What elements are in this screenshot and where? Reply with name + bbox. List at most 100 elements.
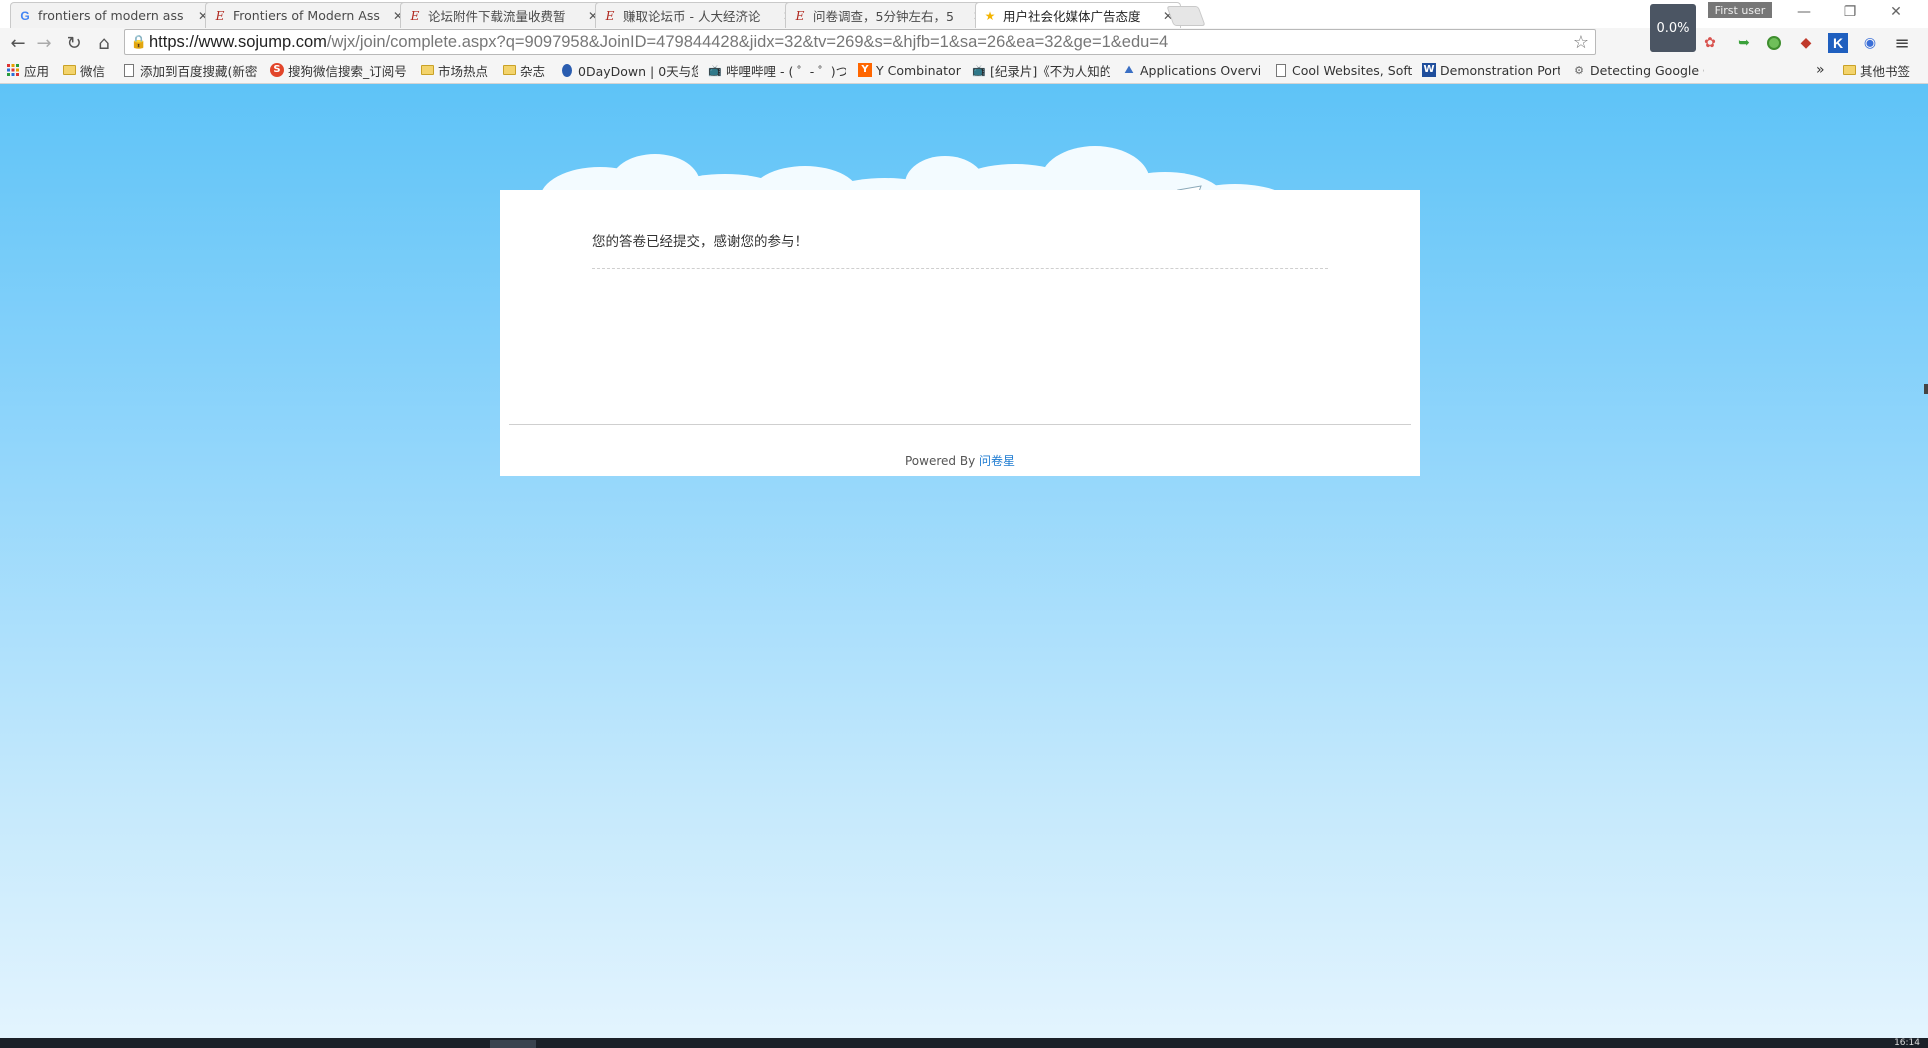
scroll-edge-marker xyxy=(1924,384,1928,394)
profile-badge[interactable]: First user xyxy=(1708,2,1772,18)
tab-survey-active[interactable]: ★ 用户社会化媒体广告态度 ✕ xyxy=(975,2,1181,28)
folder-icon xyxy=(420,63,434,77)
close-window-button[interactable]: ✕ xyxy=(1876,2,1916,22)
google-g-icon: G xyxy=(20,8,30,23)
tab-title: 赚取论坛币 - 人大经济论 xyxy=(623,9,761,24)
bookmark-label: Applications Overvie xyxy=(1140,62,1260,78)
e-letter-icon: E xyxy=(795,8,805,23)
tab-title: frontiers of modern ass xyxy=(38,8,184,23)
url-text: https://www.sojump.com/wjx/join/complete… xyxy=(149,33,1168,52)
extension-badge[interactable]: 0.0% xyxy=(1650,4,1696,52)
bookmarks-overflow-button[interactable]: » xyxy=(1816,61,1825,79)
bookmark-documentary[interactable]: 📺 [纪录片]《不为人知的 xyxy=(972,61,1110,79)
bookmark-label: Y Combinator xyxy=(876,62,961,78)
page-icon xyxy=(1274,63,1288,77)
bookmark-ycombinator[interactable]: Y Y Combinator xyxy=(858,61,961,79)
bookmark-label: Cool Websites, Softw xyxy=(1292,62,1412,78)
address-bar[interactable]: 🔒 https://www.sojump.com/wjx/join/comple… xyxy=(124,29,1596,55)
url-domain: https://www.sojump.com xyxy=(149,32,327,51)
bookmark-wechat[interactable]: 微信 xyxy=(62,61,105,79)
bookmark-bilibili[interactable]: 📺 哔哩哔哩 - ( ゜- ゜)つ xyxy=(708,61,846,79)
bookmarks-bar: 应用 微信 添加到百度搜藏(新密 S 搜狗微信搜索_订阅号 市场热点 杂志 0D… xyxy=(0,58,1928,84)
ext-green-arrow-icon[interactable]: ➥ xyxy=(1734,33,1754,53)
tab-title: 问卷调查，5分钟左右，5 xyxy=(813,9,954,24)
forward-button[interactable]: → xyxy=(32,31,56,55)
url-path: /wjx/join/complete.aspx?q=9097958&JoinID… xyxy=(326,32,1169,51)
e-letter-icon: E xyxy=(215,8,225,23)
gear-icon: ⚙ xyxy=(1574,63,1584,77)
tab-title: Frontiers of Modern Ass xyxy=(233,8,380,23)
ext-globe-icon[interactable]: ◉ xyxy=(1860,33,1880,53)
ext-red-hat-icon[interactable]: ◆ xyxy=(1796,33,1816,53)
bookmark-other[interactable]: 其他书签 xyxy=(1842,61,1910,79)
menu-icon[interactable]: ≡ xyxy=(1892,33,1912,54)
page-icon xyxy=(122,63,136,77)
e-letter-icon: E xyxy=(410,8,420,23)
star-icon: ★ xyxy=(984,8,996,23)
bookmark-label: 其他书签 xyxy=(1860,63,1911,79)
bookmark-magazine[interactable]: 杂志 xyxy=(502,61,545,79)
reload-button[interactable]: ↻ xyxy=(62,31,86,55)
bookmark-cool-websites[interactable]: Cool Websites, Softw xyxy=(1274,61,1412,79)
bookmark-label: 应用 xyxy=(24,63,50,79)
tab-title: 论坛附件下载流量收费暂 xyxy=(428,9,566,24)
tab-frontiers-search[interactable]: G frontiers of modern ass ✕ xyxy=(10,2,216,28)
sogou-icon: S xyxy=(270,63,284,77)
restore-button[interactable]: ❐ xyxy=(1830,2,1870,22)
survey-complete-card: 您的答卷已经提交，感谢您的参与！ Powered By 问卷星 xyxy=(500,190,1420,476)
bookmark-label: [纪录片]《不为人知的 xyxy=(990,63,1110,79)
tab-strip: G frontiers of modern ass ✕ E Frontiers … xyxy=(0,0,1928,28)
ext-green-dot-icon[interactable] xyxy=(1764,33,1784,53)
bookmark-label: 哔哩哔哩 - ( ゜- ゜)つ xyxy=(726,63,846,79)
e-letter-icon: E xyxy=(605,8,615,23)
bookmark-label: Detecting Google Cl xyxy=(1590,62,1704,78)
tab-title: 用户社会化媒体广告态度 xyxy=(1003,9,1141,24)
bookmark-applications[interactable]: ⛰ Applications Overvie xyxy=(1122,61,1260,79)
apps-icon: ⛰ xyxy=(1124,63,1134,76)
tab-frontiers-journal[interactable]: E Frontiers of Modern Ass ✕ xyxy=(205,2,411,28)
bookmark-label: 添加到百度搜藏(新密 xyxy=(140,63,258,79)
taskbar-clock: 16:14 xyxy=(1894,1038,1920,1048)
bookmark-baidu[interactable]: 添加到百度搜藏(新密 xyxy=(122,61,260,79)
bookmark-label: 0DayDown | 0天与您 xyxy=(578,63,698,79)
new-tab-button[interactable] xyxy=(1166,6,1206,26)
odaydown-icon xyxy=(560,63,574,77)
apps-grid-icon xyxy=(6,63,20,77)
completion-message: 您的答卷已经提交，感谢您的参与！ xyxy=(592,234,808,250)
powered-by-prefix: Powered By xyxy=(905,454,979,468)
bookmark-label: Demonstration Port xyxy=(1440,62,1560,78)
bookmark-detecting[interactable]: ⚙ Detecting Google Cl xyxy=(1572,61,1704,79)
wenjuanxing-link[interactable]: 问卷星 xyxy=(979,454,1015,468)
folder-icon xyxy=(502,63,516,77)
bookmark-star-icon[interactable]: ☆ xyxy=(1573,32,1589,53)
folder-icon xyxy=(62,63,76,77)
w-icon: W xyxy=(1422,63,1436,77)
ext-red-icon[interactable]: ✿ xyxy=(1700,33,1720,53)
dashed-divider xyxy=(592,268,1328,269)
powered-by-footer: Powered By 问卷星 xyxy=(500,452,1420,469)
home-button[interactable]: ⌂ xyxy=(92,31,116,55)
tab-forum-coins[interactable]: E 赚取论坛币 - 人大经济论 ✕ xyxy=(595,2,801,28)
bookmark-sogou[interactable]: S 搜狗微信搜索_订阅号 xyxy=(270,61,408,79)
folder-icon xyxy=(1842,63,1856,77)
tab-survey-post[interactable]: E 问卷调查，5分钟左右，5 ✕ xyxy=(785,2,991,28)
ext-k-icon[interactable]: K xyxy=(1828,33,1848,53)
bookmark-label: 杂志 xyxy=(520,63,546,79)
tab-forum-attachments[interactable]: E 论坛附件下载流量收费暂 ✕ xyxy=(400,2,606,28)
bookmark-market[interactable]: 市场热点 xyxy=(420,61,488,79)
minimize-button[interactable]: — xyxy=(1784,2,1824,22)
footer-divider xyxy=(509,424,1411,425)
lock-icon: 🔒 xyxy=(130,34,148,50)
bookmark-label: 微信 xyxy=(80,63,106,79)
browser-toolbar: ← → ↻ ⌂ 🔒 https://www.sojump.com/wjx/joi… xyxy=(0,28,1928,59)
bookmark-demonstration[interactable]: W Demonstration Port xyxy=(1422,61,1560,79)
bookmark-label: 市场热点 xyxy=(438,63,489,79)
os-taskbar xyxy=(0,1038,1928,1048)
bookmark-apps[interactable]: 应用 xyxy=(6,61,49,79)
tv-icon: 📺 xyxy=(972,63,986,77)
ycombinator-icon: Y xyxy=(858,63,872,77)
back-button[interactable]: ← xyxy=(6,31,30,55)
tv-icon: 📺 xyxy=(708,63,722,77)
bookmark-odaydown[interactable]: 0DayDown | 0天与您 xyxy=(560,61,698,79)
taskbar-item[interactable] xyxy=(490,1040,536,1048)
